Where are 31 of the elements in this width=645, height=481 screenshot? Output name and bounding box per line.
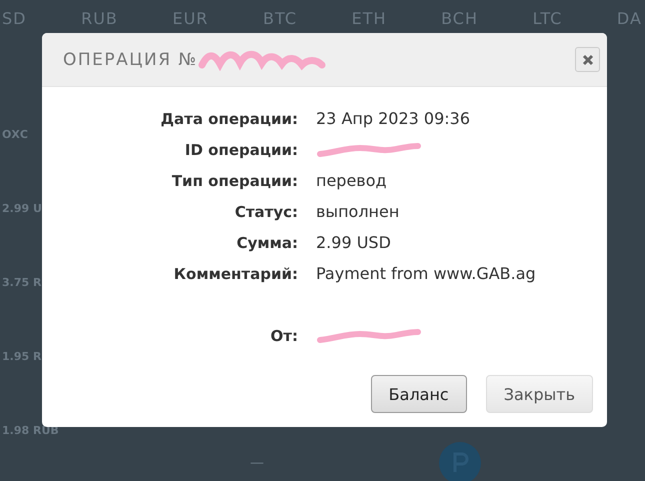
column-header: RUB bbox=[81, 9, 118, 28]
field-label: Тип операции: bbox=[170, 172, 299, 190]
column-header: DA bbox=[616, 9, 642, 28]
field-value: 2.99 USD bbox=[316, 233, 391, 252]
amount-text: ОХС bbox=[2, 128, 28, 143]
field-label: От: bbox=[270, 326, 299, 344]
dialog-button[interactable]: Баланс bbox=[370, 375, 467, 413]
field-label: ID операции: bbox=[184, 140, 299, 158]
amount-text: 1.95 R bbox=[2, 350, 42, 365]
column-header: SD bbox=[2, 9, 26, 28]
close-icon bbox=[582, 54, 594, 66]
column-header: BCH bbox=[441, 9, 478, 28]
dialog-button[interactable]: Закрыть bbox=[486, 375, 593, 413]
dialog-title: ОПЕРАЦИЯ № bbox=[63, 50, 198, 70]
column-header: BTC bbox=[263, 9, 297, 28]
field-value: выполнен bbox=[316, 202, 400, 221]
column-header: ETH bbox=[352, 9, 387, 28]
field-label: Сумма: bbox=[236, 234, 299, 252]
column-header: LTC bbox=[532, 9, 562, 28]
coin-icon bbox=[439, 442, 481, 481]
amount-text: 2.99 U bbox=[2, 202, 42, 217]
field-value: 23 Апр 2023 09:36 bbox=[316, 109, 470, 128]
field-value: перевод bbox=[316, 171, 387, 190]
field-label: Дата операции: bbox=[160, 110, 299, 128]
dash-text: — bbox=[250, 455, 264, 471]
field-label: Статус: bbox=[234, 202, 299, 220]
field-value: Payment from www.GAB.ag bbox=[316, 264, 536, 283]
amount-text: 3.75 R bbox=[2, 276, 42, 291]
field-label: Комментарий: bbox=[172, 264, 299, 282]
close-button[interactable] bbox=[575, 47, 600, 72]
column-header: EUR bbox=[172, 9, 208, 28]
